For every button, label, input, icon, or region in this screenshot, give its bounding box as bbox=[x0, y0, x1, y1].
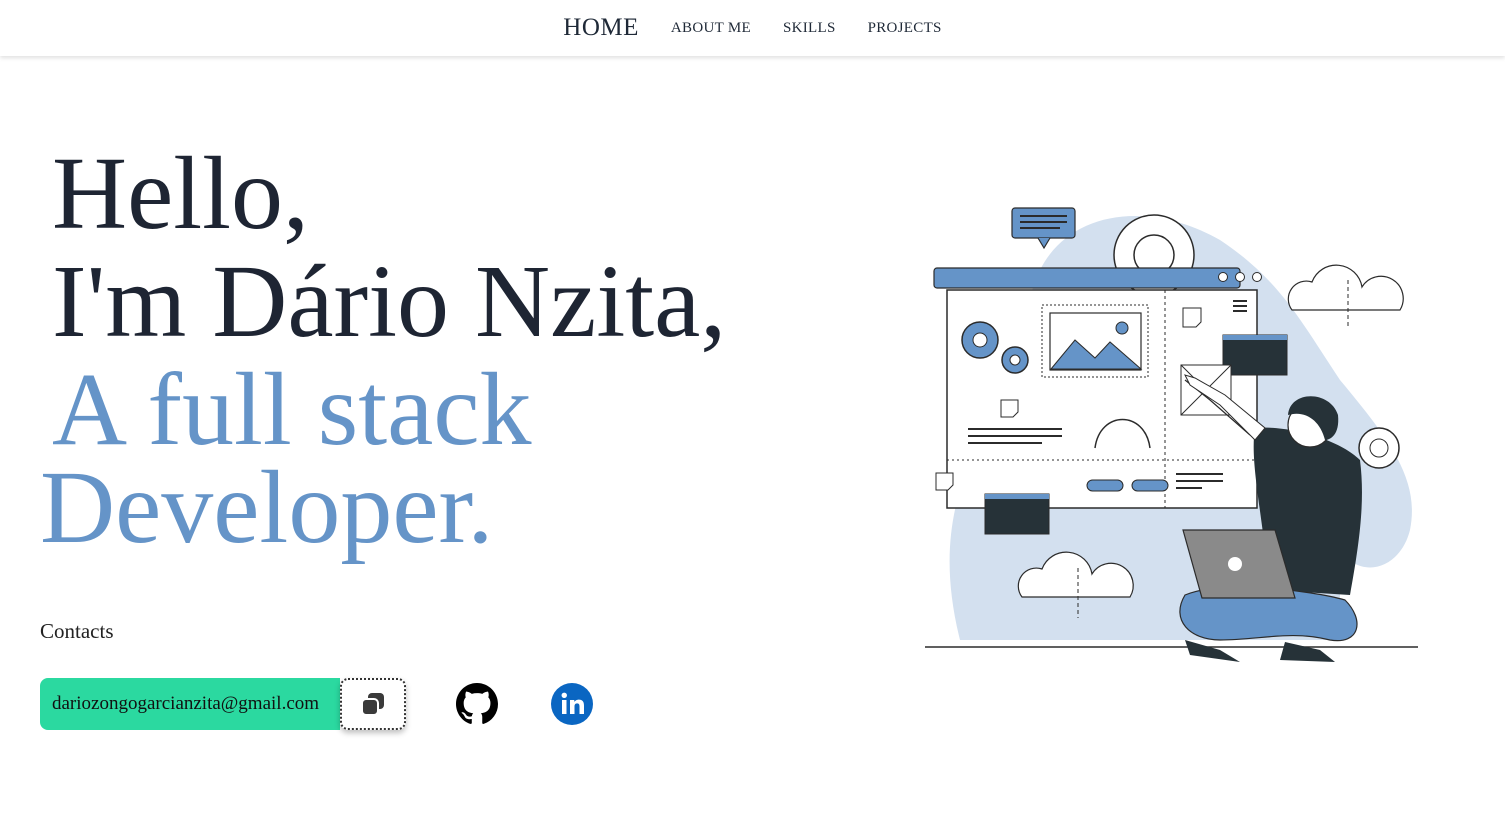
github-link[interactable] bbox=[456, 683, 498, 725]
nav-link-about[interactable]: ABOUT ME bbox=[671, 20, 751, 37]
hero-greeting: Hello, bbox=[52, 136, 310, 251]
email-display[interactable]: dariozongogarcianzita@gmail.com bbox=[40, 678, 340, 730]
nav-link-home[interactable]: HOME bbox=[563, 14, 639, 42]
top-navbar: HOME ABOUT ME SKILLS PROJECTS bbox=[0, 0, 1505, 56]
copy-icon bbox=[361, 693, 384, 716]
nav-link-projects[interactable]: PROJECTS bbox=[868, 20, 942, 37]
copy-email-button[interactable] bbox=[340, 678, 406, 730]
developer-illustration bbox=[920, 200, 1430, 675]
hero-role-line1: A full stack bbox=[52, 352, 532, 467]
github-icon bbox=[456, 683, 498, 724]
hero-name: I'm Dário Nzita, bbox=[52, 244, 727, 359]
linkedin-icon bbox=[551, 683, 593, 725]
hero-role-line2: Developer. bbox=[40, 450, 494, 565]
contacts-label: Contacts bbox=[40, 619, 114, 643]
nav-links: HOME ABOUT ME SKILLS PROJECTS bbox=[563, 14, 941, 42]
linkedin-link[interactable] bbox=[551, 683, 593, 725]
nav-link-skills[interactable]: SKILLS bbox=[783, 20, 836, 37]
